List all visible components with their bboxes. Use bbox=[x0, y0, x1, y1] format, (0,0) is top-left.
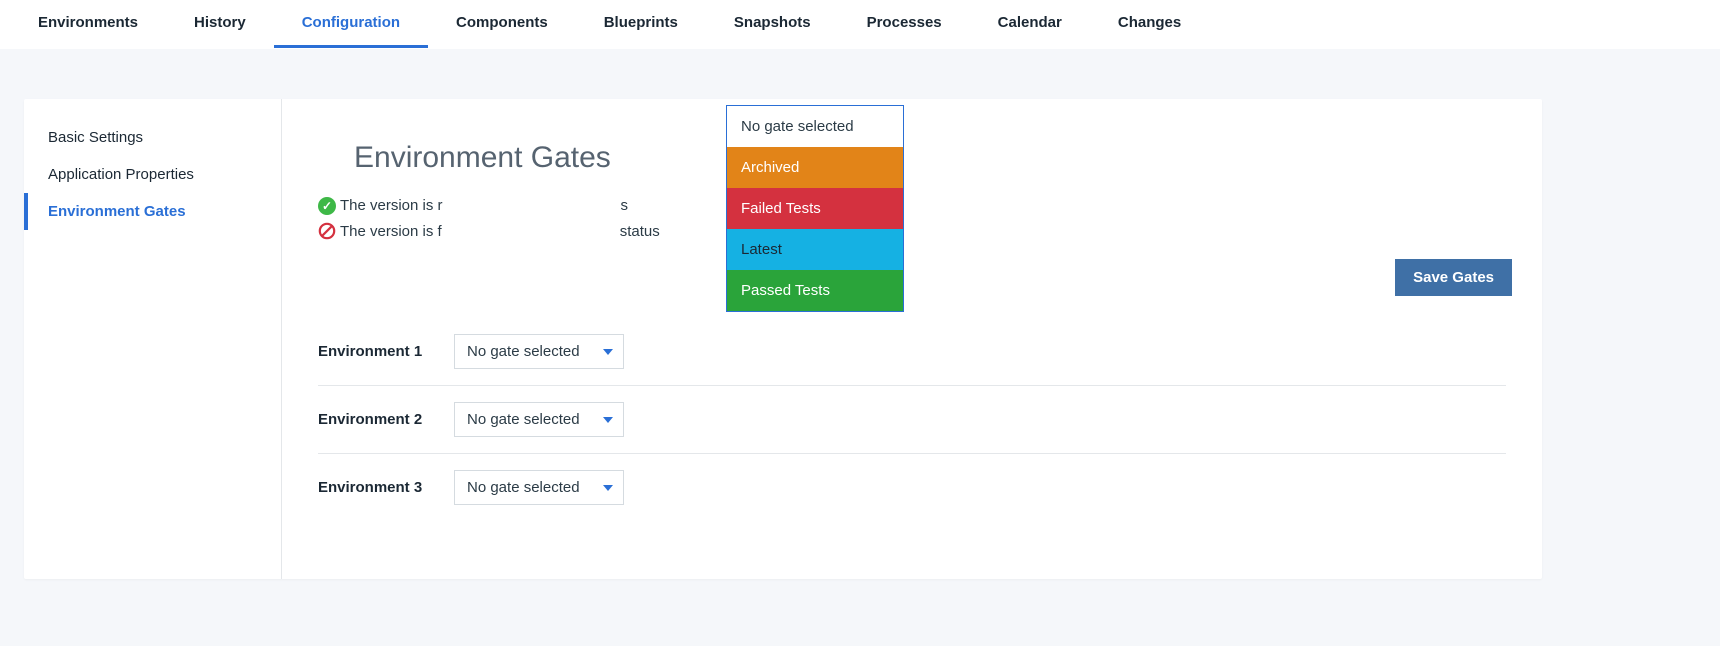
sidebar-item-basic-settings[interactable]: Basic Settings bbox=[24, 119, 281, 156]
legend-required-text-suffix: s bbox=[621, 193, 629, 219]
legend-required-row: ✓ The version is r s bbox=[318, 193, 1506, 219]
gate-option-none[interactable]: No gate selected bbox=[727, 106, 903, 147]
nav-configuration[interactable]: Configuration bbox=[274, 0, 428, 48]
legend: ✓ The version is r s The version is f st… bbox=[318, 193, 1506, 244]
gate-option-failed[interactable]: Failed Tests bbox=[727, 188, 903, 229]
gate-option-archived[interactable]: Archived bbox=[727, 147, 903, 188]
gate-dropdown[interactable]: No gate selected Archived Failed Tests L… bbox=[726, 105, 904, 312]
legend-forbidden-row: The version is f status bbox=[318, 219, 1506, 245]
save-gates-button[interactable]: Save Gates bbox=[1395, 259, 1512, 296]
page-body: Basic Settings Application Properties En… bbox=[0, 49, 1720, 619]
env-row-2: Environment 2 No gate selected bbox=[318, 386, 1506, 454]
content-card: Basic Settings Application Properties En… bbox=[24, 99, 1542, 579]
sidebar-item-application-properties[interactable]: Application Properties bbox=[24, 156, 281, 193]
nav-changes[interactable]: Changes bbox=[1090, 0, 1209, 48]
env-1-gate-select[interactable]: No gate selected bbox=[454, 334, 624, 369]
nav-history[interactable]: History bbox=[166, 0, 274, 48]
nav-components[interactable]: Components bbox=[428, 0, 576, 48]
page-title: Environment Gates bbox=[354, 141, 1506, 175]
env-row-3: Environment 3 No gate selected bbox=[318, 454, 1506, 521]
gate-option-latest[interactable]: Latest bbox=[727, 229, 903, 270]
env-3-gate-value: No gate selected bbox=[467, 479, 580, 496]
nav-processes[interactable]: Processes bbox=[839, 0, 970, 48]
chevron-down-icon bbox=[603, 417, 613, 423]
check-icon: ✓ bbox=[318, 197, 336, 215]
env-2-label: Environment 2 bbox=[318, 411, 440, 428]
env-1-gate-value: No gate selected bbox=[467, 343, 580, 360]
legend-forbidden-text-suffix: status bbox=[620, 219, 660, 245]
environments-table: Environment 1 No gate selected Environme… bbox=[318, 318, 1506, 521]
sidebar-item-environment-gates[interactable]: Environment Gates bbox=[24, 193, 281, 230]
nav-snapshots[interactable]: Snapshots bbox=[706, 0, 839, 48]
gate-option-passed[interactable]: Passed Tests bbox=[727, 270, 903, 311]
forbidden-icon bbox=[318, 222, 336, 240]
nav-environments[interactable]: Environments bbox=[10, 0, 166, 48]
main-panel: Environment Gates ✓ The version is r s T… bbox=[282, 99, 1542, 579]
legend-forbidden-text-prefix: The version is f bbox=[340, 219, 442, 245]
sidebar: Basic Settings Application Properties En… bbox=[24, 99, 282, 579]
env-row-1: Environment 1 No gate selected bbox=[318, 318, 1506, 386]
env-3-label: Environment 3 bbox=[318, 479, 440, 496]
nav-blueprints[interactable]: Blueprints bbox=[576, 0, 706, 48]
top-nav: Environments History Configuration Compo… bbox=[0, 0, 1720, 49]
env-3-gate-select[interactable]: No gate selected bbox=[454, 470, 624, 505]
chevron-down-icon bbox=[603, 349, 613, 355]
nav-calendar[interactable]: Calendar bbox=[970, 0, 1090, 48]
env-1-label: Environment 1 bbox=[318, 343, 440, 360]
env-2-gate-value: No gate selected bbox=[467, 411, 580, 428]
chevron-down-icon bbox=[603, 485, 613, 491]
legend-required-text-prefix: The version is r bbox=[340, 193, 443, 219]
env-2-gate-select[interactable]: No gate selected bbox=[454, 402, 624, 437]
